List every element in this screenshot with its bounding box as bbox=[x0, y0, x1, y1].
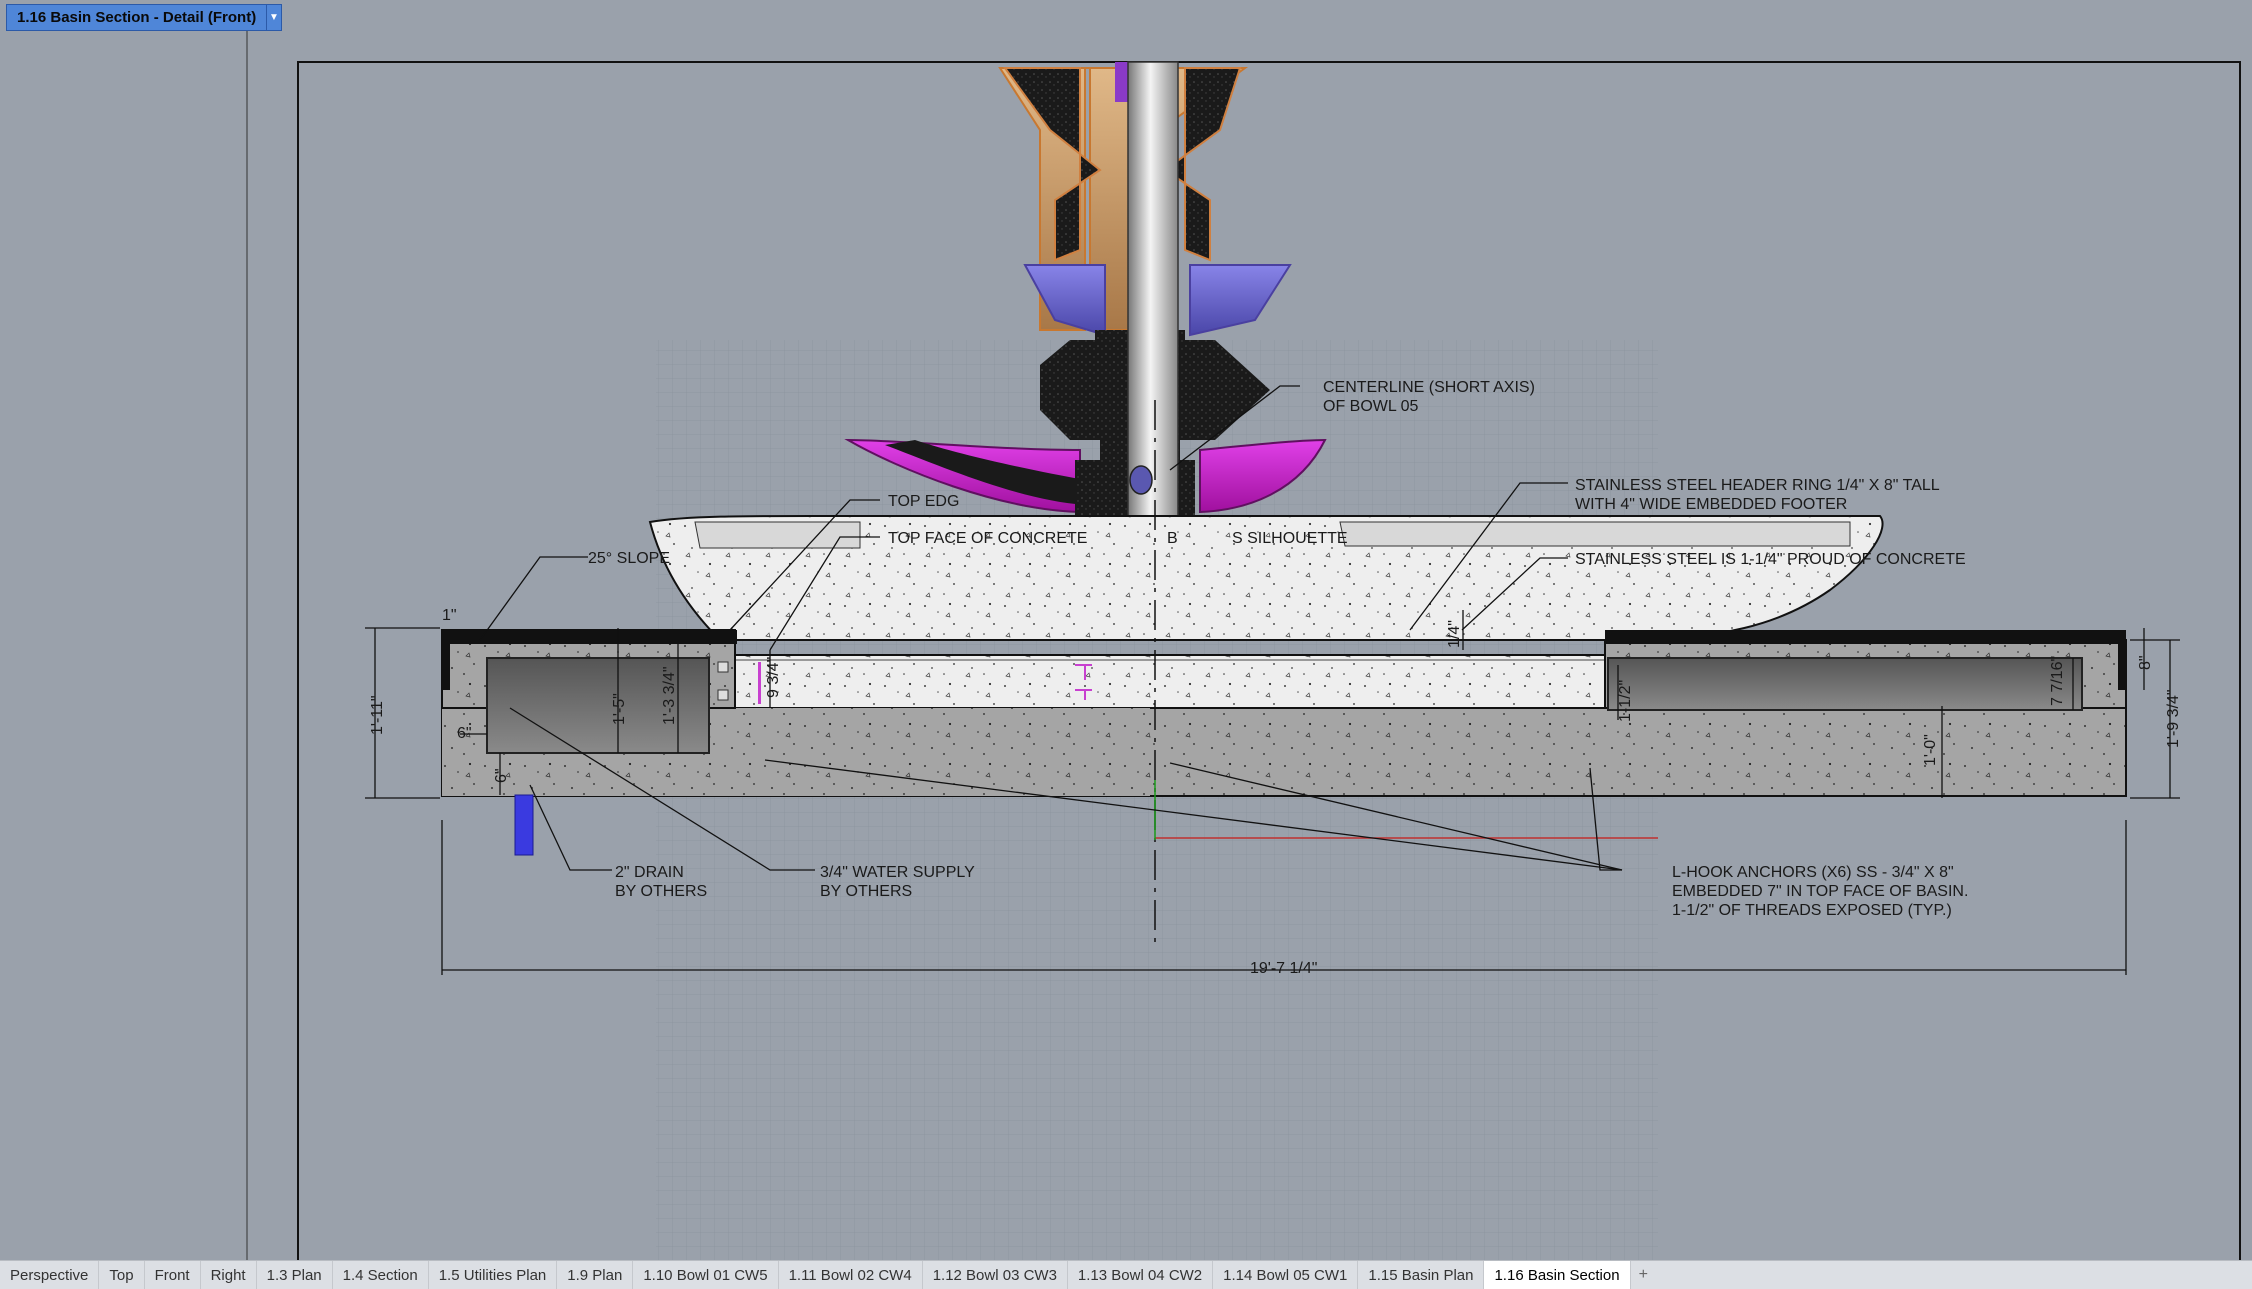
viewport-title: 1.16 Basin Section - Detail (Front) bbox=[17, 9, 257, 26]
tab-1-12-bowl-03[interactable]: 1.12 Bowl 03 CW3 bbox=[923, 1261, 1068, 1289]
centerline-label-1: CENTERLINE (SHORT AXIS) bbox=[1323, 379, 1535, 396]
tab-1-16-basin-section[interactable]: 1.16 Basin Section bbox=[1484, 1261, 1631, 1289]
tab-top[interactable]: Top bbox=[99, 1261, 145, 1289]
overall-width-dim: 19'-7 1/4" bbox=[1250, 960, 1317, 977]
proud-label: STAINLESS STEEL IS 1-1/4" PROUD OF CONCR… bbox=[1575, 551, 1966, 568]
tab-1-11-bowl-02[interactable]: 1.11 Bowl 02 CW4 bbox=[779, 1261, 923, 1289]
triangle-down-icon[interactable]: ▼ bbox=[266, 5, 281, 30]
tab-1-10-bowl-01[interactable]: 1.10 Bowl 01 CW5 bbox=[633, 1261, 779, 1289]
tab-1-9-plan[interactable]: 1.9 Plan bbox=[557, 1261, 634, 1289]
centerline-label-2: OF BOWL 05 bbox=[1323, 398, 1419, 415]
l-hook-label-3: 1-1/2" OF THREADS EXPOSED (TYP.) bbox=[1672, 902, 1952, 919]
slope-label: 25° SLOPE bbox=[588, 550, 670, 567]
tab-front[interactable]: Front bbox=[145, 1261, 201, 1289]
top-face-label: TOP FACE OF CONCRETE bbox=[888, 530, 1087, 547]
silhouette-label-a: B bbox=[1167, 530, 1178, 547]
viewport-tab-bar: Perspective Top Front Right 1.3 Plan 1.4… bbox=[0, 1260, 2252, 1289]
trough-depth-dim: 1'-5" bbox=[611, 693, 628, 725]
left-height-dim: 1'-11" bbox=[369, 695, 386, 735]
tab-1-14-bowl-05[interactable]: 1.14 Bowl 05 CW1 bbox=[1213, 1261, 1359, 1289]
one-dim: 1" bbox=[442, 607, 457, 624]
half-dim: 1-1/2" bbox=[1617, 680, 1634, 722]
header-ring-label-2: WITH 4" WIDE EMBEDDED FOOTER bbox=[1575, 496, 1847, 513]
water-supply-label-1: 3/4" WATER SUPPLY bbox=[820, 864, 975, 881]
silhouette-label-b: S SILHOUETTE bbox=[1232, 530, 1348, 547]
one-ft-dim: 1'-0" bbox=[1922, 734, 1939, 766]
drawing-viewport[interactable]: CENTERLINE (SHORT AXIS) OF BOWL 05 STAIN… bbox=[0, 0, 2252, 1260]
l-hook-label-2: EMBEDDED 7" IN TOP FACE OF BASIN. bbox=[1672, 883, 1968, 900]
tab-1-15-basin-plan[interactable]: 1.15 Basin Plan bbox=[1358, 1261, 1485, 1289]
quarter-dim: 1/4" bbox=[1446, 620, 1463, 648]
drain-pipe bbox=[514, 794, 534, 856]
water-supply-label-2: BY OTHERS bbox=[820, 883, 912, 900]
drain-label-2: BY OTHERS bbox=[615, 883, 707, 900]
right-top-dim: 8" bbox=[2137, 655, 2154, 670]
tab-perspective[interactable]: Perspective bbox=[0, 1261, 100, 1289]
tab-1-5-utilities-plan[interactable]: 1.5 Utilities Plan bbox=[429, 1261, 558, 1289]
header-ring-label-1: STAINLESS STEEL HEADER RING 1/4" X 8" TA… bbox=[1575, 477, 1940, 494]
right-trough bbox=[1607, 657, 2083, 711]
plus-icon[interactable]: + bbox=[1631, 1266, 1656, 1284]
six-b-dim: 6" bbox=[493, 768, 510, 783]
trough-depth2-dim: 1'-3 3/4" bbox=[661, 666, 678, 725]
six-a-dim: 6" bbox=[457, 725, 472, 742]
tab-right[interactable]: Right bbox=[201, 1261, 257, 1289]
section-drawing: CENTERLINE (SHORT AXIS) OF BOWL 05 STAIN… bbox=[0, 0, 2252, 1260]
right-height-dim: 1'-9 3/4" bbox=[2165, 689, 2182, 748]
seven-dim: 7 7/16" bbox=[2049, 656, 2066, 706]
top-edge-label: TOP EDG bbox=[888, 493, 959, 510]
tab-1-3-plan[interactable]: 1.3 Plan bbox=[257, 1261, 333, 1289]
tab-1-13-bowl-04[interactable]: 1.13 Bowl 04 CW2 bbox=[1068, 1261, 1214, 1289]
inner-dim: 9 3/4" bbox=[765, 657, 782, 698]
l-hook-label-1: L-HOOK ANCHORS (X6) SS - 3/4" X 8" bbox=[1672, 864, 1954, 881]
drain-label-1: 2" DRAIN bbox=[615, 864, 684, 881]
tab-1-4-section[interactable]: 1.4 Section bbox=[333, 1261, 429, 1289]
viewport-title-bar[interactable]: 1.16 Basin Section - Detail (Front) ▼ bbox=[6, 4, 282, 31]
